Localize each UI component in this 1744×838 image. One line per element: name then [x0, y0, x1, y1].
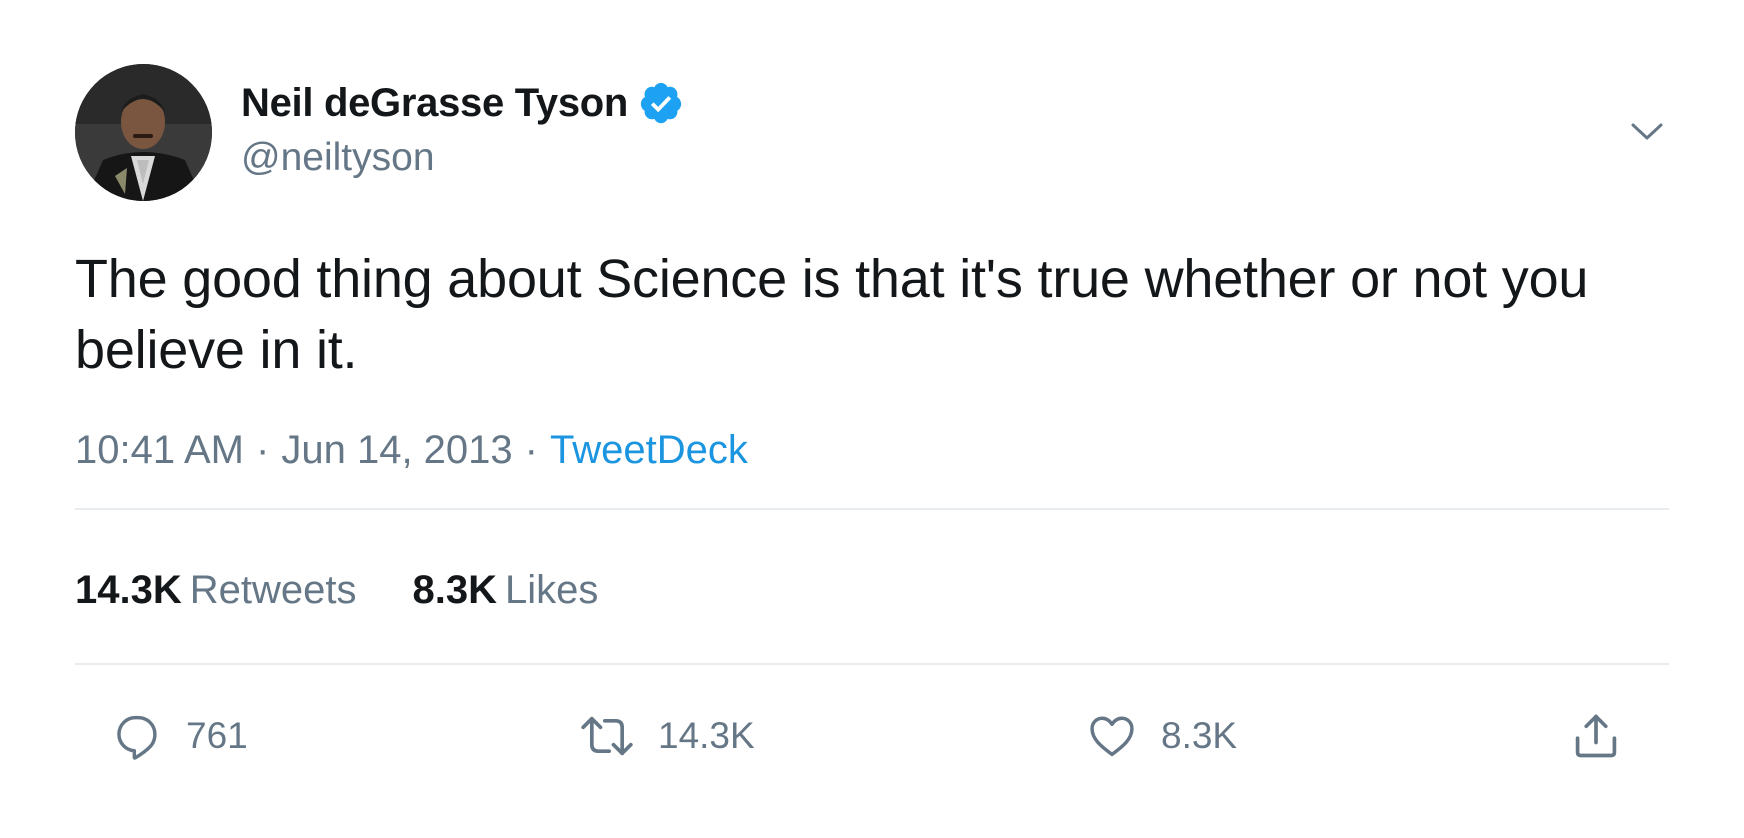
reply-count: 761: [186, 715, 248, 756]
meta-separator: ·: [524, 428, 538, 472]
display-name[interactable]: Neil deGrasse Tyson: [241, 81, 628, 126]
heart-icon: [1090, 716, 1134, 757]
user-name-row: Neil deGrasse Tyson: [241, 78, 684, 128]
tweet-date[interactable]: Jun 14, 2013: [281, 428, 512, 472]
reply-button[interactable]: 761: [112, 708, 248, 764]
retweets-stat[interactable]: 14.3K Retweets: [75, 568, 357, 613]
like-count: 8.3K: [1161, 715, 1238, 756]
likes-count: 8.3K: [412, 568, 498, 612]
retweets-label: Retweets: [189, 568, 357, 612]
avatar[interactable]: [75, 64, 212, 201]
retweet-count: 14.3K: [658, 715, 755, 756]
tweet-stats: 14.3K Retweets 8.3K Likes: [75, 568, 598, 613]
tweet-card: Neil deGrasse Tyson @neiltyson The good …: [0, 0, 1744, 838]
tweet-text: The good thing about Science is that it'…: [75, 249, 1589, 380]
avatar-image: [75, 64, 212, 201]
reply-bubble-icon: [117, 715, 157, 760]
likes-label: Likes: [505, 568, 599, 612]
retweet-arrows-icon: [581, 716, 633, 756]
chevron-down-icon: [1631, 123, 1663, 140]
likes-stat[interactable]: 8.3K Likes: [413, 568, 599, 613]
more-options-button[interactable]: [1630, 116, 1664, 146]
user-handle[interactable]: @neiltyson: [241, 136, 435, 180]
share-upload-icon: [1575, 714, 1617, 758]
like-button[interactable]: 8.3K: [1085, 708, 1237, 764]
tweet-meta: 10:41 AM · Jun 14, 2013 · TweetDeck: [75, 428, 748, 473]
meta-separator: ·: [256, 428, 270, 472]
retweet-button[interactable]: 14.3K: [578, 708, 755, 764]
verified-badge-icon: [640, 82, 682, 124]
retweets-count: 14.3K: [75, 568, 182, 612]
share-button[interactable]: [1570, 708, 1622, 764]
tweet-time[interactable]: 10:41 AM: [75, 428, 244, 472]
divider: [75, 508, 1669, 510]
divider: [75, 663, 1669, 665]
tweet-source-link[interactable]: TweetDeck: [550, 428, 748, 472]
tweet-actions: 761 14.3K 8.3K: [0, 700, 1744, 770]
